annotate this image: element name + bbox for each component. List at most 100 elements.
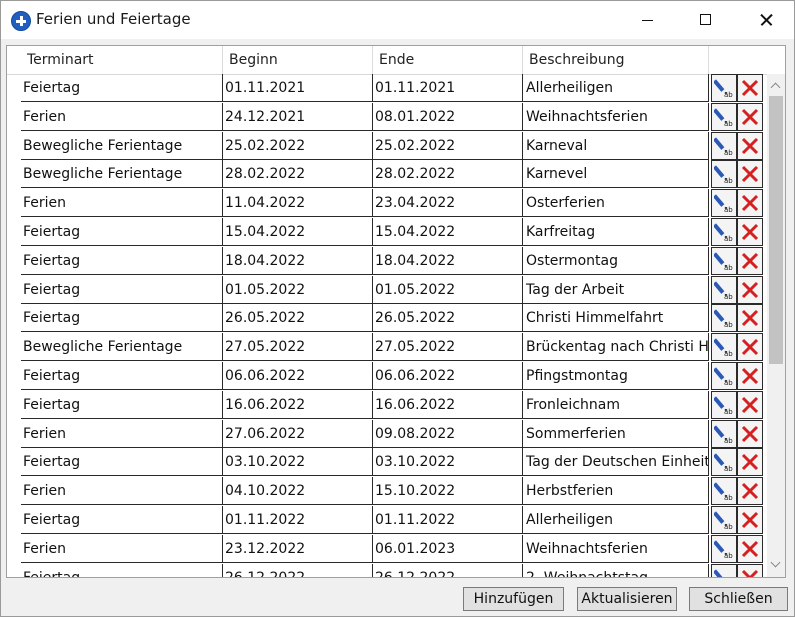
delete-row-button[interactable] xyxy=(737,506,763,534)
table-row[interactable]: Feiertag 03.10.2022 03.10.2022 Tag der Deut… xyxy=(21,448,767,477)
scrollbar-thumb[interactable] xyxy=(769,96,783,364)
edit-row-button[interactable]: ab xyxy=(711,563,737,577)
table-row[interactable]: Ferien 27.06.2022 09.08.2022 Sommerferien ab xyxy=(21,419,767,449)
cell-ende[interactable]: 15.04.2022 xyxy=(373,218,523,246)
delete-row-button[interactable] xyxy=(737,534,763,563)
cell-beschreibung[interactable]: Osterferien xyxy=(523,189,709,218)
cell-ende[interactable]: 01.05.2022 xyxy=(373,275,523,304)
cell-terminart[interactable]: Bewegliche Ferientage xyxy=(21,333,223,362)
cell-terminart[interactable]: Feiertag xyxy=(21,390,223,419)
delete-row-button[interactable] xyxy=(737,362,763,390)
edit-row-button[interactable]: ab xyxy=(711,477,737,506)
scroll-up-arrow-icon[interactable] xyxy=(767,74,785,96)
add-button[interactable]: Hinzufügen xyxy=(463,587,564,611)
scroll-down-arrow-icon[interactable] xyxy=(767,555,785,577)
delete-row-button[interactable] xyxy=(737,246,763,275)
cell-beschreibung[interactable]: Brückentag nach Christi Himmelfahrt xyxy=(523,333,709,362)
delete-row-button[interactable] xyxy=(737,304,763,333)
cell-terminart[interactable]: Feiertag xyxy=(21,218,223,246)
cell-beginn[interactable]: 06.06.2022 xyxy=(223,362,373,390)
table-row[interactable]: Feiertag 01.11.2021 01.11.2021 Allerheilige… xyxy=(21,74,767,103)
cell-beginn[interactable]: 01.11.2021 xyxy=(223,74,373,102)
delete-row-button[interactable] xyxy=(737,448,763,477)
cell-beschreibung[interactable]: Sommerferien xyxy=(523,419,709,448)
delete-row-button[interactable] xyxy=(737,189,763,218)
edit-row-button[interactable]: ab xyxy=(711,419,737,448)
delete-row-button[interactable] xyxy=(737,477,763,506)
vertical-scrollbar[interactable] xyxy=(767,74,785,577)
cell-ende[interactable]: 28.02.2022 xyxy=(373,160,523,189)
cell-ende[interactable]: 26.12.2022 xyxy=(373,563,523,577)
delete-row-button[interactable] xyxy=(737,419,763,448)
minimize-button[interactable] xyxy=(625,1,671,39)
delete-row-button[interactable] xyxy=(737,160,763,189)
table-row[interactable]: Ferien 04.10.2022 15.10.2022 Herbstferien ab xyxy=(21,477,767,506)
table-row[interactable]: Feiertag 26.05.2022 26.05.2022 Christi Himm… xyxy=(21,304,767,333)
cell-beschreibung[interactable]: Allerheiligen xyxy=(523,506,709,534)
cell-beginn[interactable]: 04.10.2022 xyxy=(223,477,373,506)
edit-row-button[interactable]: ab xyxy=(711,189,737,218)
cell-terminart[interactable]: Feiertag xyxy=(21,362,223,390)
cell-beschreibung[interactable]: Herbstferien xyxy=(523,477,709,506)
delete-row-button[interactable] xyxy=(737,131,763,160)
edit-row-button[interactable]: ab xyxy=(711,448,737,477)
table-row[interactable]: Bewegliche Ferientage 28.02.2022 28.02.202… xyxy=(21,160,767,189)
cell-beschreibung[interactable]: Christi Himmelfahrt xyxy=(523,304,709,333)
column-header-terminart[interactable]: Terminart xyxy=(21,46,223,74)
edit-row-button[interactable]: ab xyxy=(711,102,737,131)
cell-terminart[interactable]: Feiertag xyxy=(21,275,223,304)
edit-row-button[interactable]: ab xyxy=(711,362,737,390)
table-row[interactable]: Ferien 23.12.2022 06.01.2023 Weihnachtsferi… xyxy=(21,534,767,564)
cell-beginn[interactable]: 18.04.2022 xyxy=(223,246,373,275)
cell-ende[interactable]: 01.11.2021 xyxy=(373,74,523,102)
cell-beginn[interactable]: 25.02.2022 xyxy=(223,131,373,160)
cell-terminart[interactable]: Feiertag xyxy=(21,74,223,102)
cell-beschreibung[interactable]: Weihnachtsferien xyxy=(523,102,709,131)
cell-ende[interactable]: 06.06.2022 xyxy=(373,362,523,390)
edit-row-button[interactable]: ab xyxy=(711,246,737,275)
edit-row-button[interactable]: ab xyxy=(711,275,737,304)
cell-terminart[interactable]: Feiertag xyxy=(21,506,223,534)
column-header-beginn[interactable]: Beginn xyxy=(223,46,373,74)
edit-row-button[interactable]: ab xyxy=(711,304,737,333)
cell-beginn[interactable]: 27.06.2022 xyxy=(223,419,373,448)
cell-ende[interactable]: 15.10.2022 xyxy=(373,477,523,506)
cell-beginn[interactable]: 26.05.2022 xyxy=(223,304,373,333)
cell-beschreibung[interactable]: Allerheiligen xyxy=(523,74,709,102)
cell-beschreibung[interactable]: Fronleichnam xyxy=(523,390,709,419)
edit-row-button[interactable]: ab xyxy=(711,506,737,534)
delete-row-button[interactable] xyxy=(737,218,763,246)
cell-beschreibung[interactable]: Pfingstmontag xyxy=(523,362,709,390)
cell-ende[interactable]: 09.08.2022 xyxy=(373,419,523,448)
edit-row-button[interactable]: ab xyxy=(711,390,737,419)
table-row[interactable]: Feiertag 18.04.2022 18.04.2022 Ostermontag a… xyxy=(21,246,767,276)
edit-row-button[interactable]: ab xyxy=(711,160,737,189)
cell-ende[interactable]: 27.05.2022 xyxy=(373,333,523,362)
table-row[interactable]: Feiertag 15.04.2022 15.04.2022 Karfreitag ab xyxy=(21,218,767,247)
cell-beginn[interactable]: 11.04.2022 xyxy=(223,189,373,218)
cell-beginn[interactable]: 28.02.2022 xyxy=(223,160,373,189)
delete-row-button[interactable] xyxy=(737,102,763,131)
column-header-beschreibung[interactable]: Beschreibung xyxy=(523,46,709,74)
delete-row-button[interactable] xyxy=(737,333,763,362)
cell-beschreibung[interactable]: 2. Weihnachtstag xyxy=(523,563,709,577)
cell-beschreibung[interactable]: Karneval xyxy=(523,131,709,160)
cell-beginn[interactable]: 27.05.2022 xyxy=(223,333,373,362)
cell-beginn[interactable]: 16.06.2022 xyxy=(223,390,373,419)
cell-terminart[interactable]: Feiertag xyxy=(21,304,223,333)
table-row[interactable]: Feiertag 16.06.2022 16.06.2022 Fronleichnam… xyxy=(21,390,767,420)
cell-beschreibung[interactable]: Ostermontag xyxy=(523,246,709,275)
cell-ende[interactable]: 26.05.2022 xyxy=(373,304,523,333)
cell-ende[interactable]: 16.06.2022 xyxy=(373,390,523,419)
cell-terminart[interactable]: Feiertag xyxy=(21,563,223,577)
cell-terminart[interactable]: Feiertag xyxy=(21,448,223,477)
table-row[interactable]: Feiertag 06.06.2022 06.06.2022 Pfingstmonta… xyxy=(21,362,767,391)
close-window-button[interactable] xyxy=(742,1,788,39)
update-button[interactable]: Aktualisieren xyxy=(577,587,677,611)
cell-terminart[interactable]: Ferien xyxy=(21,477,223,506)
cell-beginn[interactable]: 24.12.2021 xyxy=(223,102,373,131)
delete-row-button[interactable] xyxy=(737,563,763,577)
table-row[interactable]: Ferien 11.04.2022 23.04.2022 Osterferien ab xyxy=(21,189,767,218)
edit-row-button[interactable]: ab xyxy=(711,218,737,246)
cell-beginn[interactable]: 15.04.2022 xyxy=(223,218,373,246)
